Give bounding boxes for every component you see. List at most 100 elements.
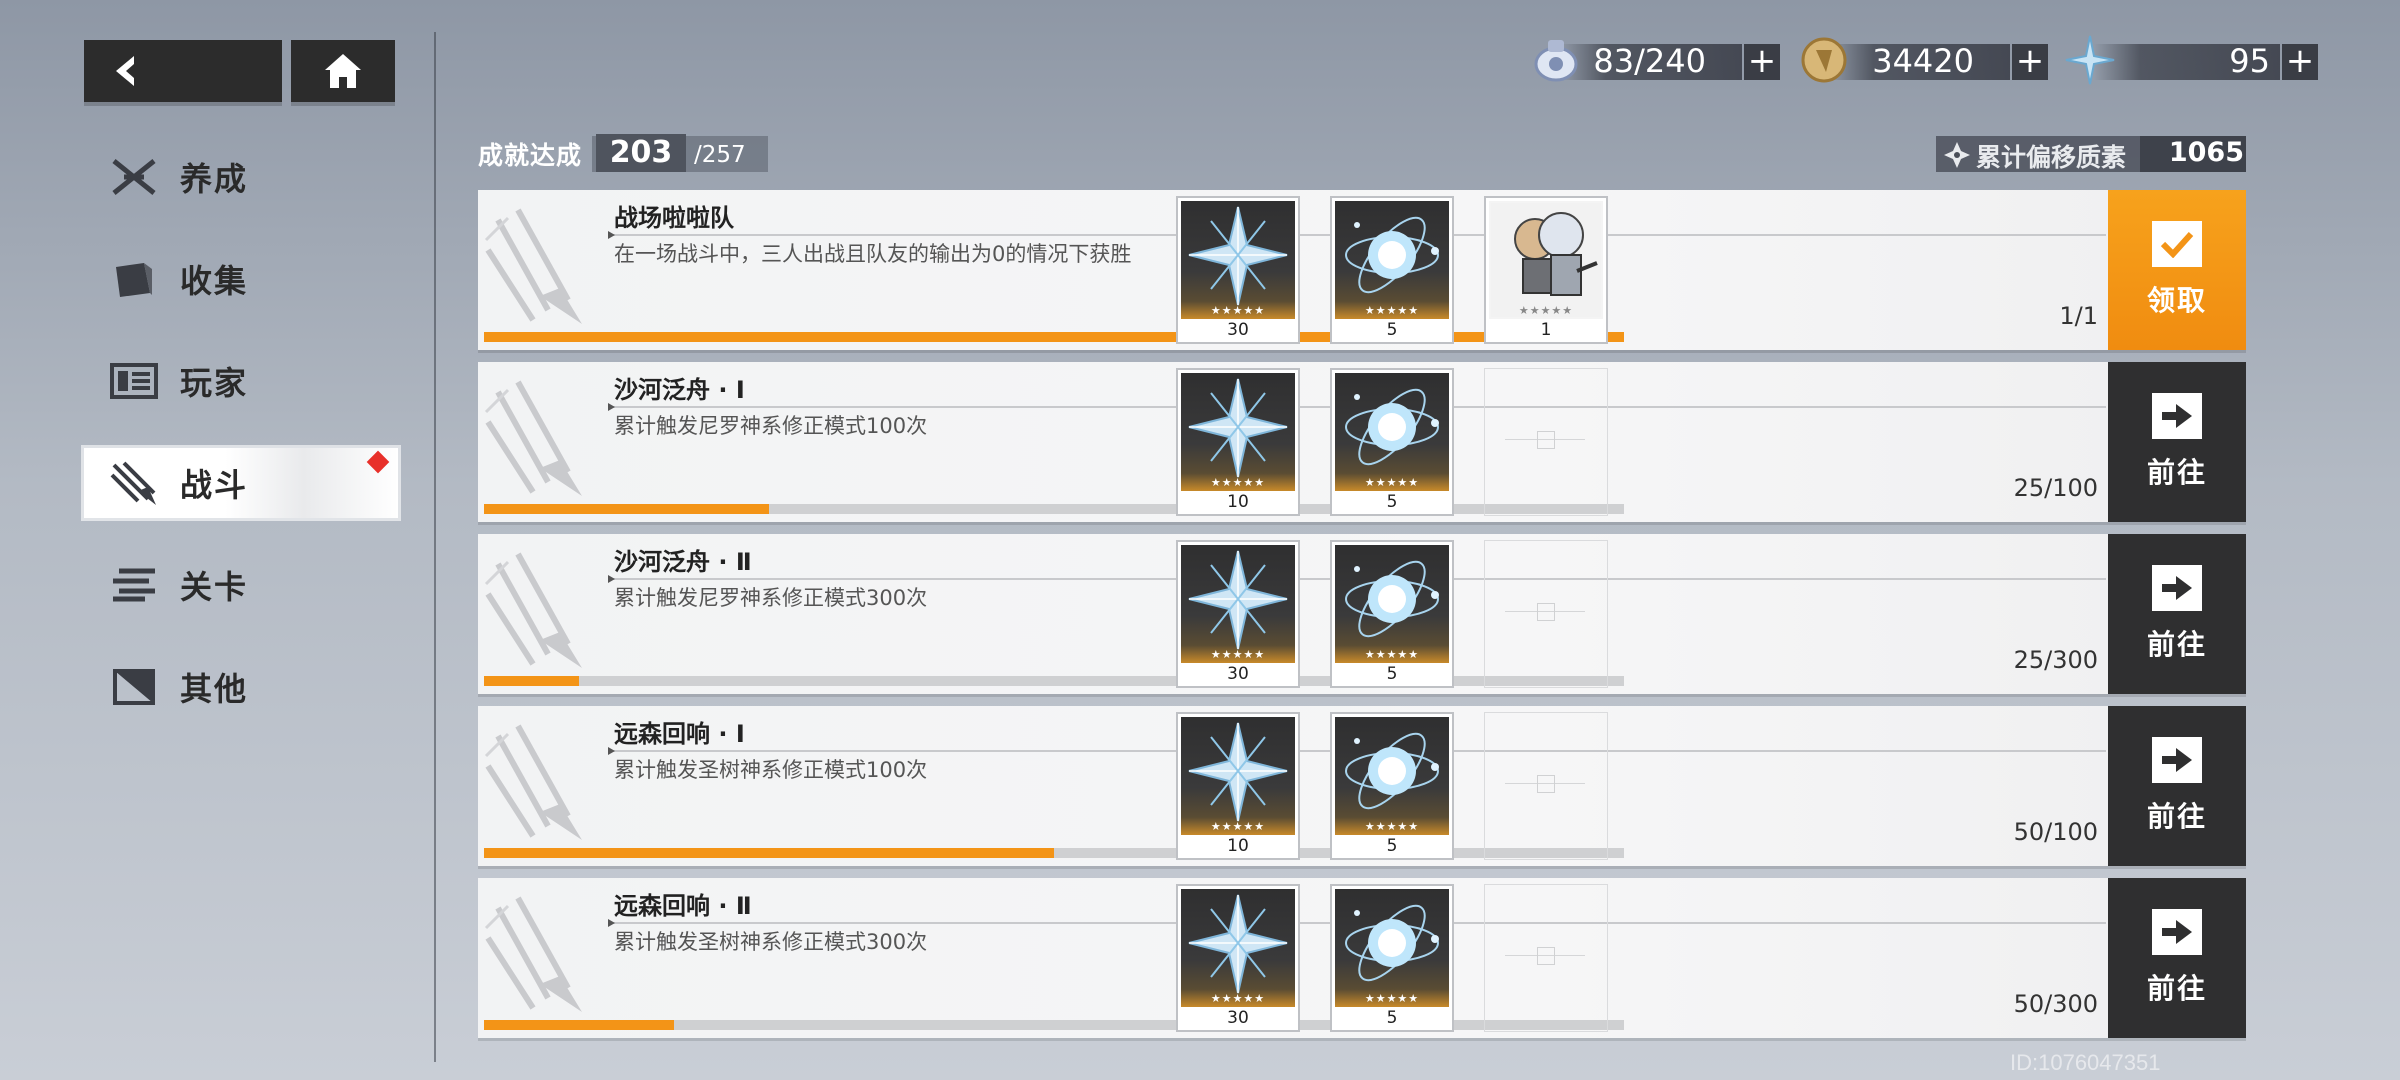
empty-reward-slot: [1484, 540, 1608, 688]
add-coin-button[interactable]: +: [2012, 44, 2048, 80]
reward-count: 5: [1386, 1008, 1398, 1028]
progress-text: 50/100: [2013, 818, 2098, 846]
rarity-stars: ★★★★★: [1210, 304, 1266, 317]
progress-text: 50/300: [2013, 990, 2098, 1018]
sidebar-item-cultivate[interactable]: 养成: [84, 142, 398, 212]
achievement-total: /257: [694, 142, 746, 168]
reward-count: 30: [1227, 664, 1249, 684]
achievement-count: 203: [596, 134, 686, 172]
progress-fill: [484, 1020, 675, 1030]
goto-button[interactable]: 前往: [2108, 706, 2246, 866]
reward-count: 1: [1540, 320, 1552, 340]
achievement-card: 沙河泛舟 · Ⅱ 累计触发尼罗神系修正模式300次 25/300 ★★★★★ 30 ★★★…: [478, 534, 2246, 694]
player-icon: [108, 360, 160, 402]
stamina-icon: [1534, 40, 1578, 82]
rarity-stars: ★★★★★: [1364, 820, 1420, 833]
rarity-stars: ★★★★★: [1210, 648, 1266, 661]
sidebar-item-label: 养成: [180, 160, 249, 198]
sidebar-item-label: 战斗: [180, 466, 249, 504]
sidebar-item-stage[interactable]: 关卡: [84, 550, 398, 620]
orb-icon: ★★★★★: [1335, 889, 1449, 1007]
goto-arrow-icon: [2152, 737, 2202, 783]
check-icon: [2152, 221, 2202, 267]
achievement-desc: 累计触发圣树神系修正模式300次: [614, 930, 928, 954]
sidebar-item-player[interactable]: 玩家: [84, 346, 398, 416]
slot-square: [1537, 431, 1555, 449]
achievement-card: 远森回响 · Ⅱ 累计触发圣树神系修正模式300次 50/300 ★★★★★ 30 ★★★…: [478, 878, 2246, 1038]
action-label: 领取: [2146, 284, 2207, 317]
empty-reward-slot: [1484, 884, 1608, 1032]
battle-emblem-icon: [478, 716, 608, 856]
achievement-card: 沙河泛舟 · Ⅰ 累计触发尼罗神系修正模式100次 25/100 ★★★★★ 10 ★★★…: [478, 362, 2246, 522]
slot-square: [1537, 775, 1555, 793]
achievement-title: 远森回响 · Ⅰ: [614, 720, 745, 748]
reward-item[interactable]: ★★★★★ 5: [1330, 196, 1454, 344]
sidebar-item-battle[interactable]: 战斗: [84, 448, 398, 518]
progress-text: 25/300: [2013, 646, 2098, 674]
action-label: 前往: [2146, 800, 2207, 833]
goto-button[interactable]: 前往: [2108, 878, 2246, 1038]
achievement-title: 远森回响 · Ⅱ: [614, 892, 752, 920]
reward-item[interactable]: ★★★★★ 30: [1176, 884, 1300, 1032]
reward-item[interactable]: ★★★★★ 5: [1330, 712, 1454, 860]
crystal-icon: ★★★★★: [1181, 717, 1295, 835]
achievement-title: 沙河泛舟 · Ⅱ: [614, 548, 752, 576]
sidebar-item-other[interactable]: 其他: [84, 652, 398, 722]
crystal-icon: ★★★★★: [1181, 201, 1295, 319]
back-button[interactable]: [84, 40, 282, 102]
character-icon: ★★★★★: [1489, 201, 1603, 319]
achievement-desc: 累计触发圣树神系修正模式100次: [614, 758, 928, 782]
achievement-label: 成就达成: [478, 141, 583, 170]
reward-item[interactable]: ★★★★★ 10: [1176, 368, 1300, 516]
rarity-stars: ★★★★★: [1210, 476, 1266, 489]
reward-count: 10: [1227, 836, 1249, 856]
reward-count: 30: [1227, 1008, 1249, 1028]
crystal-icon: ★★★★★: [1181, 889, 1295, 1007]
rarity-stars: ★★★★★: [1364, 304, 1420, 317]
achievement-desc: 累计触发尼罗神系修正模式300次: [614, 586, 928, 610]
crystal-icon: ★★★★★: [1181, 373, 1295, 491]
achievement-card: 战场啦啦队 在一场战斗中，三人出战且队友的输出为0的情况下获胜 1/1 ★★★★★ 30…: [478, 190, 2246, 350]
progress-text: 1/1: [2059, 302, 2098, 330]
coin-value: 34420: [1872, 42, 1974, 80]
orb-icon: ★★★★★: [1335, 201, 1449, 319]
orb-icon: ★★★★★: [1335, 373, 1449, 491]
reward-item[interactable]: ★★★★★ 10: [1176, 712, 1300, 860]
home-button[interactable]: [291, 40, 395, 102]
goto-button[interactable]: 前往: [2108, 534, 2246, 694]
rarity-stars: ★★★★★: [1364, 648, 1420, 661]
claim-button[interactable]: 领取: [2108, 190, 2246, 350]
orb-icon: ★★★★★: [1335, 717, 1449, 835]
user-id: ID:1076047351: [2010, 1050, 2161, 1075]
reward-item[interactable]: ★★★★★ 30: [1176, 196, 1300, 344]
other-icon: [108, 666, 160, 708]
reward-item[interactable]: ★★★★★ 5: [1330, 884, 1454, 1032]
achievement-desc: 累计触发尼罗神系修正模式100次: [614, 414, 928, 438]
collection-icon: [108, 258, 160, 300]
reward-item[interactable]: ★★★★★ 5: [1330, 540, 1454, 688]
back-arrow-icon: [116, 56, 134, 86]
add-stamina-button[interactable]: +: [1744, 44, 1780, 80]
coin-icon: [1801, 37, 1847, 83]
crystal-icon: ★★★★★: [1181, 545, 1295, 663]
goto-arrow-icon: [2152, 909, 2202, 955]
goto-button[interactable]: 前往: [2108, 362, 2246, 522]
currency-crystal: 95 +: [2064, 35, 2318, 85]
reward-item[interactable]: ★★★★★ 30: [1176, 540, 1300, 688]
reward-item[interactable]: ★★★★★ 5: [1330, 368, 1454, 516]
sidebar: 养成 收集 玩家 战斗 关卡 其他: [84, 142, 398, 754]
sidebar-item-collection[interactable]: 收集: [84, 244, 398, 314]
reward-count: 5: [1386, 836, 1398, 856]
add-crystal-button[interactable]: +: [2282, 44, 2318, 80]
battle-emblem-icon: [478, 544, 608, 684]
cultivate-icon: [108, 156, 160, 198]
reward-item[interactable]: ★★★★★ 1: [1484, 196, 1608, 344]
rarity-stars: ★★★★★: [1210, 992, 1266, 1005]
rarity-stars: ★★★★★: [1518, 304, 1574, 317]
action-label: 前往: [2146, 456, 2207, 489]
action-label: 前往: [2146, 972, 2207, 1005]
achievement-card: 远森回响 · Ⅰ 累计触发圣树神系修正模式100次 50/100 ★★★★★ 10 ★★★…: [478, 706, 2246, 866]
drift-icon: [1944, 142, 1970, 168]
achievement-title: 沙河泛舟 · Ⅰ: [614, 376, 745, 404]
empty-reward-slot: [1484, 368, 1608, 516]
